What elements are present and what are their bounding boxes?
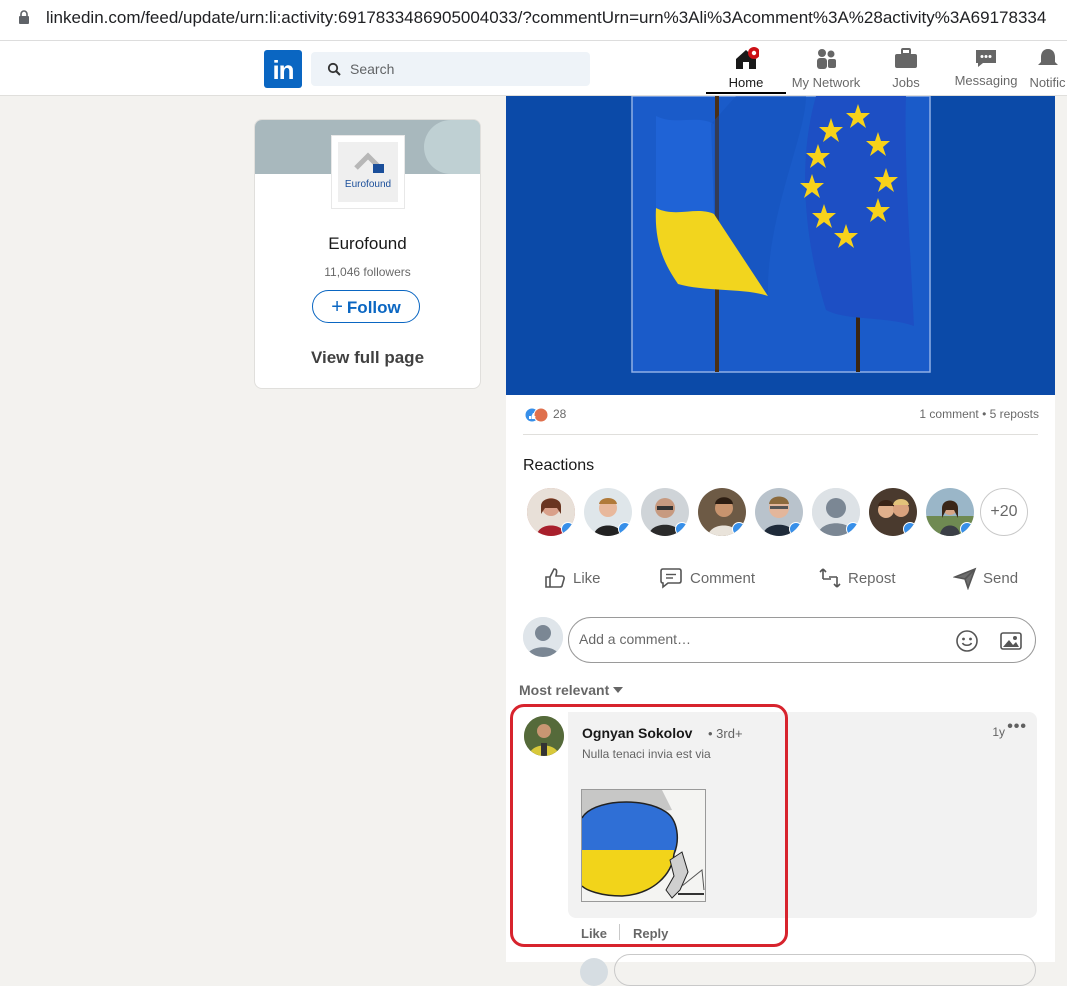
view-full-page-link[interactable]: View full page	[255, 348, 480, 368]
reaction-count[interactable]: 28	[553, 407, 566, 421]
bell-icon	[1037, 49, 1058, 65]
send-icon	[953, 567, 977, 590]
like-badge-icon	[675, 522, 689, 536]
follow-label: Follow	[346, 298, 401, 317]
company-name[interactable]: Eurofound	[255, 234, 480, 254]
repost-icon	[819, 568, 841, 588]
like-label: Like	[573, 569, 601, 587]
search-placeholder: Search	[350, 61, 395, 77]
follow-button[interactable]: + Follow	[312, 290, 420, 323]
nav-notifications-label: Notific	[1029, 75, 1066, 90]
comment-icon	[660, 568, 682, 589]
reply-input[interactable]	[614, 954, 1036, 986]
image-icon[interactable]	[999, 630, 1023, 652]
nav-jobs[interactable]: Jobs	[878, 46, 934, 90]
search-input[interactable]: Search	[311, 52, 590, 86]
nav-messaging[interactable]: Messaging	[951, 46, 1021, 88]
reactions-heading: Reactions	[523, 457, 595, 474]
reply-user-avatar	[580, 958, 608, 986]
reactor-avatar[interactable]	[755, 488, 803, 536]
like-badge-icon	[846, 522, 860, 536]
nav-messaging-label: Messaging	[954, 73, 1018, 88]
reactor-avatar[interactable]	[812, 488, 860, 536]
nav-home-label: Home	[728, 75, 764, 90]
flags-photo	[506, 96, 1055, 395]
repost-label: Repost	[848, 569, 896, 587]
emoji-icon[interactable]	[955, 629, 979, 653]
comment-input[interactable]: Add a comment…	[568, 617, 1036, 663]
company-logo[interactable]: Eurofound	[331, 135, 405, 209]
like-badge-icon	[903, 522, 917, 536]
current-user-avatar[interactable]	[523, 617, 563, 657]
like-badge-icon	[789, 522, 803, 536]
lock-icon	[19, 10, 29, 24]
plus-icon: +	[331, 296, 343, 318]
reactor-avatar[interactable]	[698, 488, 746, 536]
reaction-icons[interactable]	[524, 407, 550, 423]
comments-reposts-count[interactable]: 1 comment • 5 reposts	[919, 407, 1039, 421]
social-counts: 28 1 comment • 5 reposts	[523, 406, 1039, 435]
nav-notifications[interactable]: Notific	[1028, 46, 1067, 90]
url-text[interactable]: linkedin.com/feed/update/urn:li:activity…	[46, 8, 1046, 28]
network-icon	[817, 49, 836, 69]
active-tab-indicator	[706, 92, 786, 94]
reactor-avatar[interactable]	[869, 488, 917, 536]
company-followers: 11,046 followers	[324, 265, 411, 279]
nav-home[interactable]: Home	[716, 46, 776, 90]
reactor-avatar[interactable]	[926, 488, 974, 536]
like-badge-icon	[960, 522, 974, 536]
caret-down-icon	[613, 687, 624, 693]
comment-placeholder: Add a comment…	[579, 631, 692, 647]
reactor-avatar[interactable]	[527, 488, 575, 536]
reactor-avatar[interactable]	[584, 488, 632, 536]
send-button[interactable]: Send	[953, 558, 1018, 598]
top-nav-bar: in Search Home My Network Jobs Messaging…	[0, 41, 1067, 96]
nav-jobs-label: Jobs	[892, 75, 920, 90]
sort-comments-dropdown[interactable]: Most relevant	[519, 682, 624, 698]
briefcase-icon	[895, 48, 917, 68]
reactor-avatar[interactable]	[641, 488, 689, 536]
like-button[interactable]: Like	[543, 558, 601, 598]
more-options-icon[interactable]: •••	[1007, 718, 1027, 736]
sort-label: Most relevant	[519, 682, 610, 698]
post-image[interactable]	[506, 96, 1055, 395]
more-reactors-button[interactable]: +20	[980, 488, 1028, 536]
add-comment-row: Add a comment…	[523, 617, 1038, 665]
like-badge-icon	[618, 522, 632, 536]
like-badge-icon	[732, 522, 746, 536]
comment-timestamp: 1y	[992, 725, 1005, 739]
home-icon	[736, 47, 759, 69]
linkedin-logo[interactable]: in	[264, 50, 302, 88]
nav-my-network[interactable]: My Network	[788, 46, 864, 90]
like-badge-icon	[561, 522, 575, 536]
thumbs-up-icon	[545, 568, 565, 588]
messaging-icon	[976, 50, 996, 67]
highlight-annotation	[510, 704, 788, 947]
comment-label: Comment	[690, 569, 756, 587]
send-label: Send	[983, 569, 1019, 587]
comment-button[interactable]: Comment	[658, 558, 755, 598]
search-icon	[327, 62, 341, 76]
company-card: Eurofound Eurofound 11,046 followers + Fo…	[254, 119, 481, 389]
post-actions-bar: Like Comment Repost Send	[523, 558, 1038, 598]
nav-my-network-label: My Network	[791, 75, 861, 90]
company-logo-text: Eurofound	[344, 179, 392, 190]
eurofound-logo-icon	[354, 152, 384, 173]
browser-url-bar[interactable]: linkedin.com/feed/update/urn:li:activity…	[0, 0, 1067, 41]
repost-button[interactable]: Repost	[818, 558, 896, 598]
